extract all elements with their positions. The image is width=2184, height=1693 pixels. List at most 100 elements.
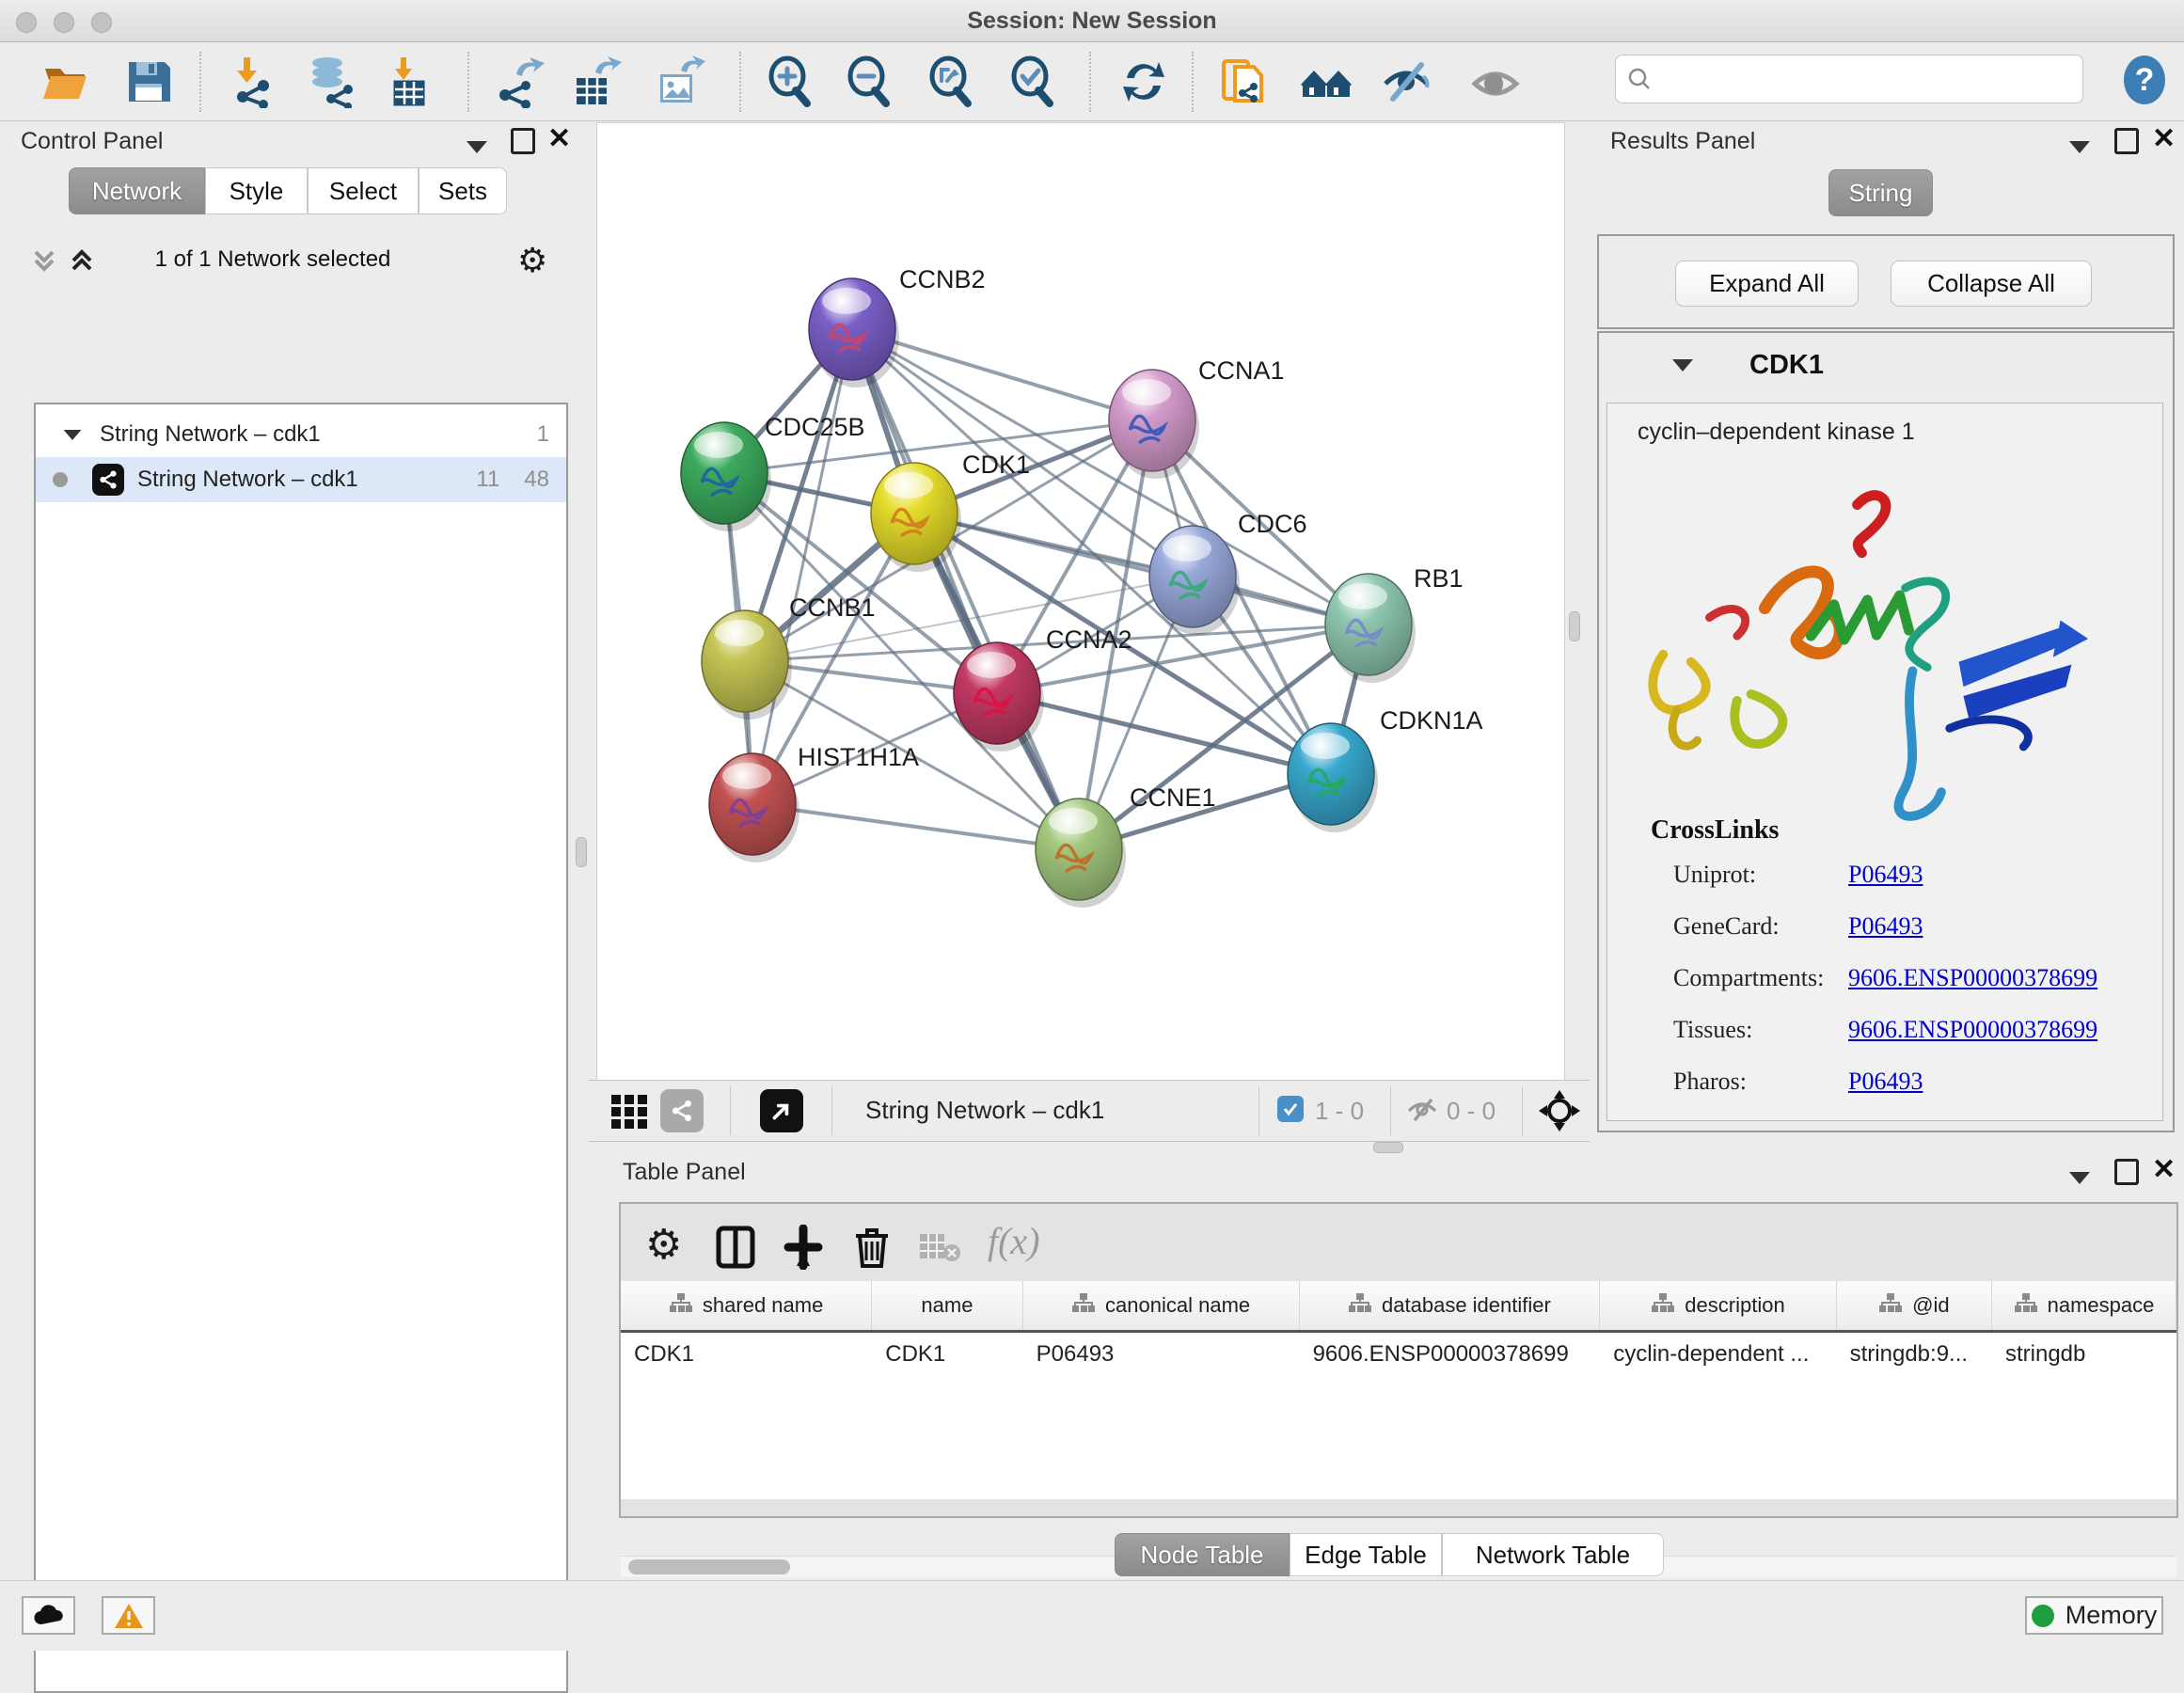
node-hist1h1a[interactable]: HIST1H1A bbox=[709, 743, 919, 862]
birds-eye-view-icon[interactable] bbox=[760, 1089, 803, 1132]
clone-network-icon[interactable] bbox=[1218, 55, 1271, 108]
edge-ccnb2-ccne1[interactable] bbox=[852, 329, 1079, 849]
table-cell[interactable]: P06493 bbox=[1023, 1333, 1300, 1376]
search-field[interactable] bbox=[1615, 55, 2083, 103]
zoom-in-icon[interactable] bbox=[765, 55, 817, 108]
expand-all-button[interactable]: Expand All bbox=[1675, 261, 1859, 307]
gene-collapse-icon[interactable] bbox=[1672, 359, 1693, 376]
control-panel-menu-icon[interactable] bbox=[467, 134, 487, 160]
node-ccnb1[interactable]: CCNB1 bbox=[702, 593, 876, 720]
tab-network[interactable]: Network bbox=[69, 167, 205, 214]
control-panel-close-icon[interactable]: ✕ bbox=[547, 122, 571, 155]
shared-column-icon bbox=[2014, 1291, 2038, 1320]
center-view-crosshair-icon[interactable] bbox=[1537, 1088, 1582, 1138]
export-image-icon[interactable] bbox=[653, 55, 705, 108]
network-view-title: String Network – cdk1 bbox=[865, 1096, 1104, 1125]
open-file-icon[interactable] bbox=[40, 55, 92, 108]
tab-style[interactable]: Style bbox=[205, 167, 308, 214]
left-splitter-grip[interactable] bbox=[576, 837, 587, 867]
tab-node-table[interactable]: Node Table bbox=[1115, 1533, 1290, 1576]
table-cell[interactable]: cyclin-dependent ... bbox=[1600, 1333, 1836, 1376]
table-row[interactable]: CDK1CDK1P064939606.ENSP00000378699cyclin… bbox=[621, 1333, 2176, 1376]
crosslink-link[interactable]: 9606.ENSP00000378699 bbox=[1848, 964, 2097, 992]
crosslink-link[interactable]: P06493 bbox=[1848, 1068, 1923, 1096]
help-icon[interactable]: ? bbox=[2117, 53, 2170, 105]
table-cell[interactable]: CDK1 bbox=[872, 1333, 1022, 1376]
selected-checkbox-icon[interactable] bbox=[1277, 1096, 1304, 1122]
bottom-splitter-grip[interactable] bbox=[1373, 1142, 1403, 1153]
network-canvas[interactable]: CCNB2CCNA1CDC25BCDK1CDC6RB1CCNB1CCNA2CDK… bbox=[596, 122, 1565, 1082]
results-panel-close-icon[interactable]: ✕ bbox=[2152, 122, 2176, 155]
import-database-icon[interactable] bbox=[305, 55, 357, 108]
refresh-icon[interactable] bbox=[1117, 55, 1170, 108]
tab-network-table[interactable]: Network Table bbox=[1442, 1533, 1664, 1576]
collection-expand-icon[interactable] bbox=[62, 421, 83, 448]
hide-selected-icon[interactable] bbox=[1380, 55, 1432, 108]
show-columns-icon[interactable] bbox=[715, 1225, 756, 1274]
results-panel-menu-icon[interactable] bbox=[2069, 134, 2090, 160]
control-panel-float-icon[interactable] bbox=[511, 128, 535, 161]
shared-column-icon bbox=[1071, 1291, 1096, 1320]
collapse-all-button[interactable]: Collapse All bbox=[1891, 261, 2092, 307]
edge-hist1h1a-ccne1[interactable] bbox=[752, 804, 1079, 849]
node-ccne1[interactable]: CCNE1 bbox=[1036, 783, 1216, 908]
zoom-selected-icon[interactable] bbox=[1007, 55, 1060, 108]
node-cdk1[interactable]: CDK1 bbox=[871, 451, 1030, 572]
search-input[interactable] bbox=[1661, 65, 2071, 93]
column-header-canonical-name[interactable]: canonical name bbox=[1023, 1281, 1300, 1330]
table-cell[interactable]: 9606.ENSP00000378699 bbox=[1300, 1333, 1601, 1376]
add-column-icon[interactable] bbox=[783, 1225, 824, 1274]
column-header-name[interactable]: name bbox=[872, 1281, 1022, 1330]
network-collection-row[interactable]: String Network – cdk1 1 bbox=[36, 412, 566, 457]
delete-table-icon[interactable] bbox=[918, 1232, 961, 1269]
memory-button[interactable]: Memory bbox=[2025, 1596, 2163, 1635]
cloud-button[interactable] bbox=[22, 1596, 75, 1635]
zoom-out-icon[interactable] bbox=[844, 55, 896, 108]
results-panel-float-icon[interactable] bbox=[2114, 128, 2139, 161]
column-header-namespace[interactable]: namespace bbox=[1992, 1281, 2176, 1330]
network-options-gear-icon[interactable]: ⚙ bbox=[517, 241, 547, 280]
column-header-description[interactable]: description bbox=[1600, 1281, 1836, 1330]
export-network-icon[interactable] bbox=[492, 55, 545, 108]
table-panel-menu-icon[interactable] bbox=[2069, 1164, 2090, 1191]
tab-select[interactable]: Select bbox=[308, 167, 419, 214]
first-neighbors-icon[interactable] bbox=[1300, 55, 1353, 108]
network-share-icon[interactable] bbox=[660, 1089, 704, 1132]
show-all-icon[interactable] bbox=[1469, 55, 1522, 108]
status-bar: Memory bbox=[0, 1580, 2184, 1651]
column-header--id[interactable]: @id bbox=[1837, 1281, 1992, 1330]
column-header-database-identifier[interactable]: database identifier bbox=[1300, 1281, 1601, 1330]
table-panel-close-icon[interactable]: ✕ bbox=[2152, 1153, 2176, 1186]
node-rb1[interactable]: RB1 bbox=[1325, 564, 1464, 683]
network-row[interactable]: String Network – cdk1 11 48 bbox=[36, 457, 566, 502]
hidden-eye-icon[interactable] bbox=[1405, 1094, 1439, 1129]
table-cell[interactable]: stringdb:9... bbox=[1837, 1333, 1992, 1376]
crosslink-link[interactable]: P06493 bbox=[1848, 861, 1923, 889]
grid-view-icon[interactable] bbox=[608, 1089, 651, 1137]
crosslink-link[interactable]: 9606.ENSP00000378699 bbox=[1848, 1016, 2097, 1044]
import-network-icon[interactable] bbox=[228, 55, 280, 108]
network-edge-count: 48 bbox=[524, 467, 549, 493]
node-cdkn1a[interactable]: CDKN1A bbox=[1288, 706, 1483, 832]
tab-sets[interactable]: Sets bbox=[419, 167, 507, 214]
table-options-gear-icon[interactable]: ⚙ bbox=[645, 1221, 682, 1269]
export-table-icon[interactable] bbox=[569, 55, 622, 108]
column-header-shared-name[interactable]: shared name bbox=[621, 1281, 872, 1330]
tab-edge-table[interactable]: Edge Table bbox=[1290, 1533, 1442, 1576]
table-cell[interactable]: CDK1 bbox=[621, 1333, 872, 1376]
right-splitter-grip[interactable] bbox=[1569, 611, 1580, 641]
function-builder-icon[interactable]: f(x) bbox=[988, 1219, 1040, 1263]
edge-ccnb2-hist1h1a[interactable] bbox=[752, 329, 852, 804]
zoom-fit-icon[interactable] bbox=[926, 55, 978, 108]
table-panel-float-icon[interactable] bbox=[2114, 1159, 2139, 1192]
table-cell[interactable]: stringdb bbox=[1992, 1333, 2176, 1376]
save-session-icon[interactable] bbox=[122, 55, 175, 108]
table-hscrollbar-thumb[interactable] bbox=[628, 1559, 790, 1574]
crosslink-link[interactable]: P06493 bbox=[1848, 912, 1923, 941]
import-table-icon[interactable] bbox=[384, 55, 436, 108]
warnings-button[interactable] bbox=[102, 1596, 155, 1635]
node-label: CCNB1 bbox=[789, 593, 876, 622]
tab-string[interactable]: String bbox=[1828, 169, 1933, 216]
delete-column-trash-icon[interactable] bbox=[852, 1225, 892, 1274]
node-cdc6[interactable]: CDC6 bbox=[1149, 510, 1307, 635]
